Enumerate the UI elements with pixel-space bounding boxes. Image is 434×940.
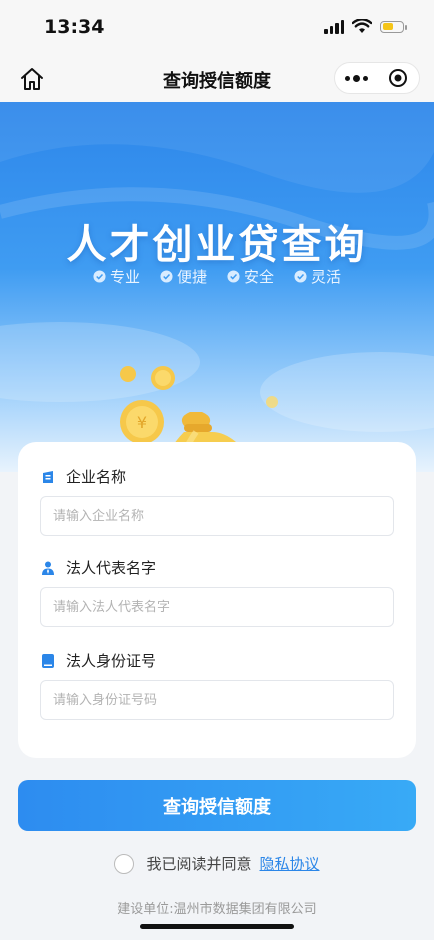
status-bar: 13:34: [0, 0, 434, 56]
svg-text:¥: ¥: [137, 413, 147, 432]
signal-icon: [324, 19, 344, 34]
legal-rep-label: 法人代表名字: [66, 559, 157, 577]
company-icon: [43, 470, 53, 483]
legal-rep-field-label: 法人代表名字: [42, 557, 156, 578]
banner-title: 人才创业贷查询: [66, 222, 368, 268]
company-label: 企业名称: [66, 468, 127, 486]
wifi-icon: [352, 19, 372, 33]
id-number-label: 法人身份证号: [66, 652, 157, 670]
company-field-label: 企业名称: [42, 466, 126, 487]
builder-info: 建设单位:温州市数据集团有限公司: [117, 902, 317, 917]
nav-bar: 查询授信额度: [0, 56, 434, 102]
legal-rep-name-input[interactable]: [40, 587, 394, 627]
home-indicator: [140, 924, 294, 929]
more-icon[interactable]: [335, 63, 377, 93]
status-time: 13:34: [44, 16, 105, 38]
hero-banner: 人才创业贷查询 专业 便捷 安全 灵活 ¥ ¥: [0, 102, 434, 472]
mini-program-capsule: [334, 62, 420, 94]
form-card: 企业名称 法人代表名字 法人身份证号: [18, 442, 416, 758]
status-icons: [324, 19, 407, 34]
agreement-text: 我已阅读并同意: [146, 855, 252, 873]
company-name-input[interactable]: [40, 496, 394, 536]
agreement-row: 我已阅读并同意 隐私协议: [0, 853, 434, 874]
id-number-field-label: 法人身份证号: [42, 650, 156, 671]
battery-icon: [380, 20, 407, 33]
query-credit-button[interactable]: 查询授信额度: [18, 780, 416, 831]
id-number-input[interactable]: [40, 680, 394, 720]
person-icon: [42, 561, 54, 575]
agree-radio[interactable]: [114, 853, 135, 874]
id-card-icon: [42, 653, 54, 668]
privacy-policy-link[interactable]: 隐私协议: [260, 853, 320, 874]
close-target-icon[interactable]: [377, 63, 419, 93]
